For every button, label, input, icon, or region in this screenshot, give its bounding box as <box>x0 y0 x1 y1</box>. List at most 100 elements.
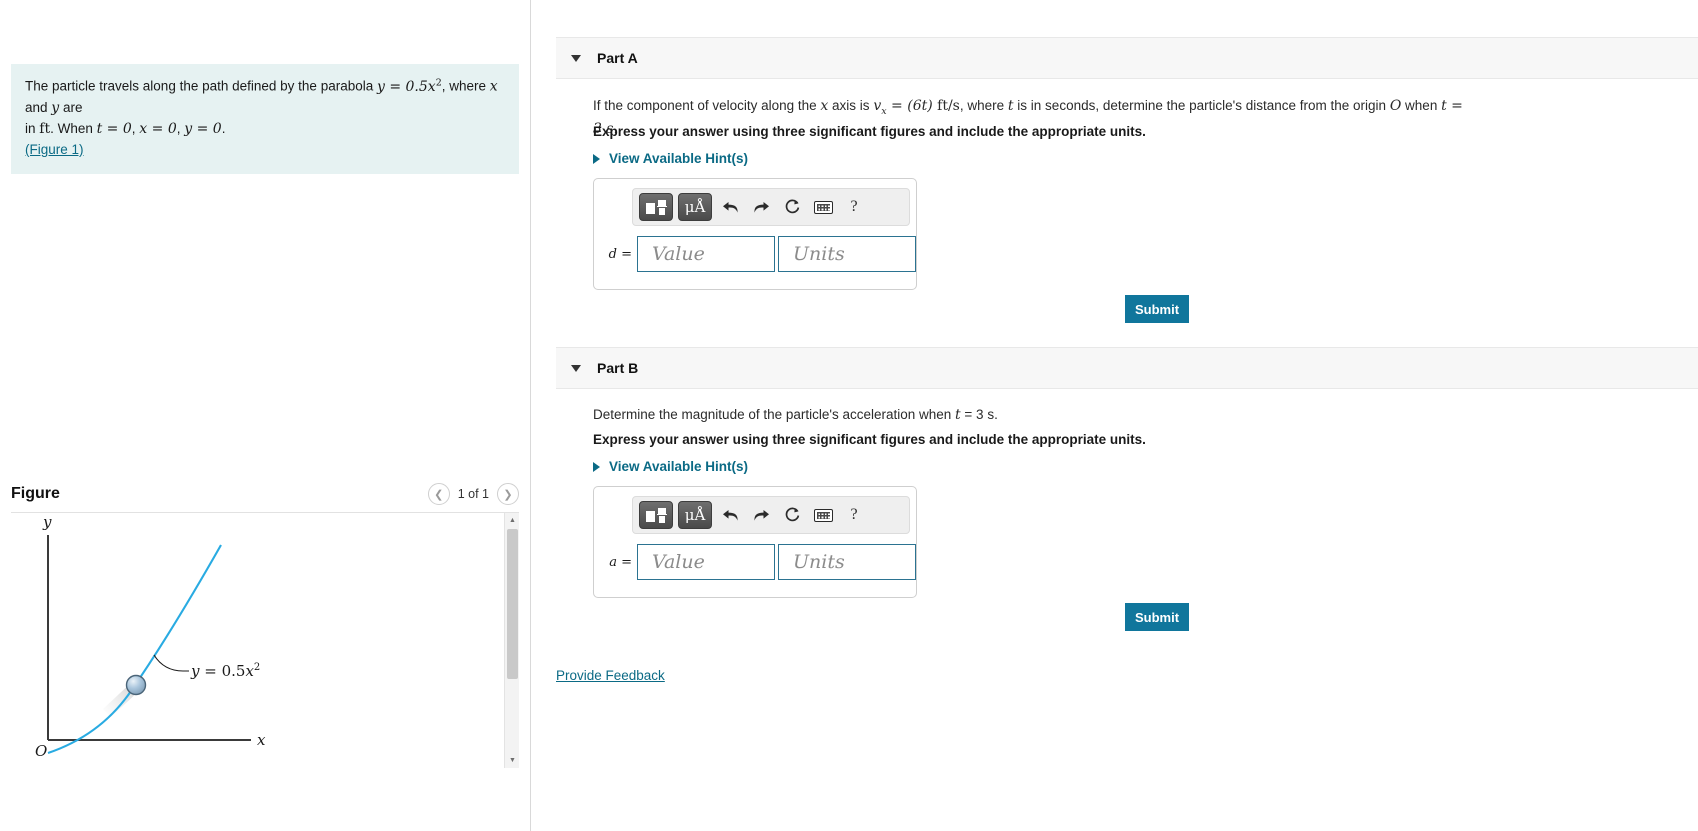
problem-text-4: are <box>59 99 83 115</box>
chevron-left-icon[interactable]: ❮ <box>427 483 450 505</box>
part-b-value-input[interactable]: Value <box>637 544 775 580</box>
undo-arrow-icon[interactable] <box>717 194 743 220</box>
part-a-header[interactable]: Part A <box>556 37 1698 79</box>
greek-units-icon[interactable]: μÅ <box>678 193 712 221</box>
part-a-q-post: , where <box>959 98 1008 113</box>
part-a-answer-box: μÅ ? d = Value Units <box>593 178 917 290</box>
parabola-figure: y x O y = 0.5x2 <box>35 513 266 760</box>
problem-text-2: , where <box>441 78 490 94</box>
condition-t: t = 0 <box>96 120 132 137</box>
part-b-hints-label: View Available Hint(s) <box>609 459 749 474</box>
condition-y: y = 0 <box>184 120 222 137</box>
part-a-units-input[interactable]: Units <box>778 236 916 272</box>
part-b-hints-toggle[interactable]: View Available Hint(s) <box>593 459 748 474</box>
variable-x: x <box>489 78 498 95</box>
keyboard-glyph <box>813 508 833 522</box>
part-b-units-input[interactable]: Units <box>778 544 916 580</box>
part-a-q-when: when <box>1401 98 1442 113</box>
part-a-value-input[interactable]: Value <box>637 236 775 272</box>
figure-navigation: ❮ 1 of 1 ❯ <box>427 483 519 505</box>
part-b-header[interactable]: Part B <box>556 347 1698 389</box>
problem-text-6: . When <box>50 120 97 136</box>
greek-units-glyph: μÅ <box>684 505 706 524</box>
y-axis-label: y <box>42 513 52 531</box>
problem-text-3: and <box>25 99 52 115</box>
reset-circular-arrow-icon[interactable] <box>779 194 805 220</box>
part-b-answer-box: μÅ ? a = Value Units <box>593 486 917 598</box>
curve-equation-label: y = 0.5x2 <box>190 662 260 680</box>
problem-text-5: in <box>25 120 40 136</box>
part-b-q-time: = 3 s. <box>960 407 998 422</box>
scrollbar-thumb[interactable] <box>507 529 518 679</box>
part-a-label: Part A <box>597 50 638 66</box>
part-a-q-pre: If the component of velocity along the <box>593 98 821 113</box>
part-a-toolbar: μÅ ? <box>632 188 910 226</box>
part-a-q-tail: is in seconds, determine the particle's … <box>1013 98 1390 113</box>
figure-viewport: y x O y = 0.5x2 ▲ ▼ <box>11 513 519 768</box>
part-b-toolbar: μÅ ? <box>632 496 910 534</box>
undo-arrow-icon[interactable] <box>717 502 743 528</box>
unit-ft: ft <box>39 120 51 137</box>
part-a-q-mid: axis is <box>828 98 874 113</box>
math-template-icon[interactable] <box>639 501 673 529</box>
problem-line-1: The particle travels along the path defi… <box>25 76 505 119</box>
greek-units-icon[interactable]: μÅ <box>678 501 712 529</box>
keyboard-icon[interactable] <box>810 502 836 528</box>
problem-page: The particle travels along the path defi… <box>0 0 1698 831</box>
keyboard-icon[interactable] <box>810 194 836 220</box>
redo-arrow-icon[interactable] <box>748 194 774 220</box>
figure-title: Figure <box>11 485 60 502</box>
greek-units-glyph: μÅ <box>684 197 706 216</box>
scroll-down-icon[interactable]: ▼ <box>505 753 519 768</box>
right-pane: Part A If the component of velocity alon… <box>532 0 1698 831</box>
part-b-input-row: a = Value Units <box>604 544 916 580</box>
problem-statement: The particle travels along the path defi… <box>11 64 519 174</box>
particle-ball <box>125 674 147 696</box>
figure-link-line: (Figure 1) <box>25 140 505 160</box>
part-b-submit-button[interactable]: Submit <box>1125 603 1189 631</box>
provide-feedback-link[interactable]: Provide Feedback <box>556 668 665 683</box>
part-a-velocity-eq: = (6t) <box>886 98 933 114</box>
figure-1-link[interactable]: (Figure 1) <box>25 142 84 157</box>
part-a-origin-var: O <box>1389 98 1402 114</box>
chevron-right-icon[interactable]: ❯ <box>497 483 519 505</box>
redo-arrow-icon[interactable] <box>748 502 774 528</box>
part-a-input-row: d = Value Units <box>604 236 916 272</box>
scroll-up-icon[interactable]: ▲ <box>505 513 519 528</box>
part-a-velocity-units: ft/s <box>932 98 960 114</box>
part-a-submit-button[interactable]: Submit <box>1125 295 1189 323</box>
left-pane: The particle travels along the path defi… <box>0 0 531 831</box>
part-a-hints-toggle[interactable]: View Available Hint(s) <box>593 151 748 166</box>
parabola-curve <box>47 544 222 754</box>
question-mark-icon[interactable]: ? <box>841 502 867 528</box>
figure-counter: 1 of 1 <box>457 487 489 501</box>
part-b-question: Determine the magnitude of the particle'… <box>593 405 1473 425</box>
period-1: . <box>221 120 226 136</box>
variable-y: y <box>51 99 60 116</box>
reset-circular-arrow-icon[interactable] <box>779 502 805 528</box>
caret-right-icon <box>593 153 600 164</box>
question-mark-icon[interactable]: ? <box>841 194 867 220</box>
part-a-hints-label: View Available Hint(s) <box>609 151 749 166</box>
problem-line-2: in ft. When t = 0, x = 0, y = 0. <box>25 119 505 140</box>
caret-right-icon <box>593 461 600 472</box>
velocity-symbol: vx <box>873 98 887 117</box>
figure-header: Figure ❮ 1 of 1 ❯ <box>11 476 519 512</box>
x-axis-label: x <box>257 731 266 749</box>
part-a-variable-label: d = <box>608 246 632 262</box>
curve-label-leader <box>153 654 189 672</box>
equation-parabola: y = 0.5x2 <box>376 77 442 95</box>
condition-x: x = 0 <box>139 120 177 137</box>
caret-down-icon[interactable] <box>571 364 581 372</box>
problem-text-1: The particle travels along the path defi… <box>25 78 377 94</box>
part-b-instruction: Express your answer using three signific… <box>593 432 1146 447</box>
caret-down-icon[interactable] <box>571 54 581 62</box>
part-a-instruction: Express your answer using three signific… <box>593 124 1146 139</box>
keyboard-glyph <box>813 200 833 214</box>
math-template-glyph <box>645 507 667 524</box>
part-b-label: Part B <box>597 360 639 376</box>
figure-scrollbar[interactable]: ▲ ▼ <box>504 513 519 768</box>
math-template-icon[interactable] <box>639 193 673 221</box>
part-b-variable-label: a = <box>609 554 632 570</box>
part-b-q-pre: Determine the magnitude of the particle'… <box>593 407 956 422</box>
